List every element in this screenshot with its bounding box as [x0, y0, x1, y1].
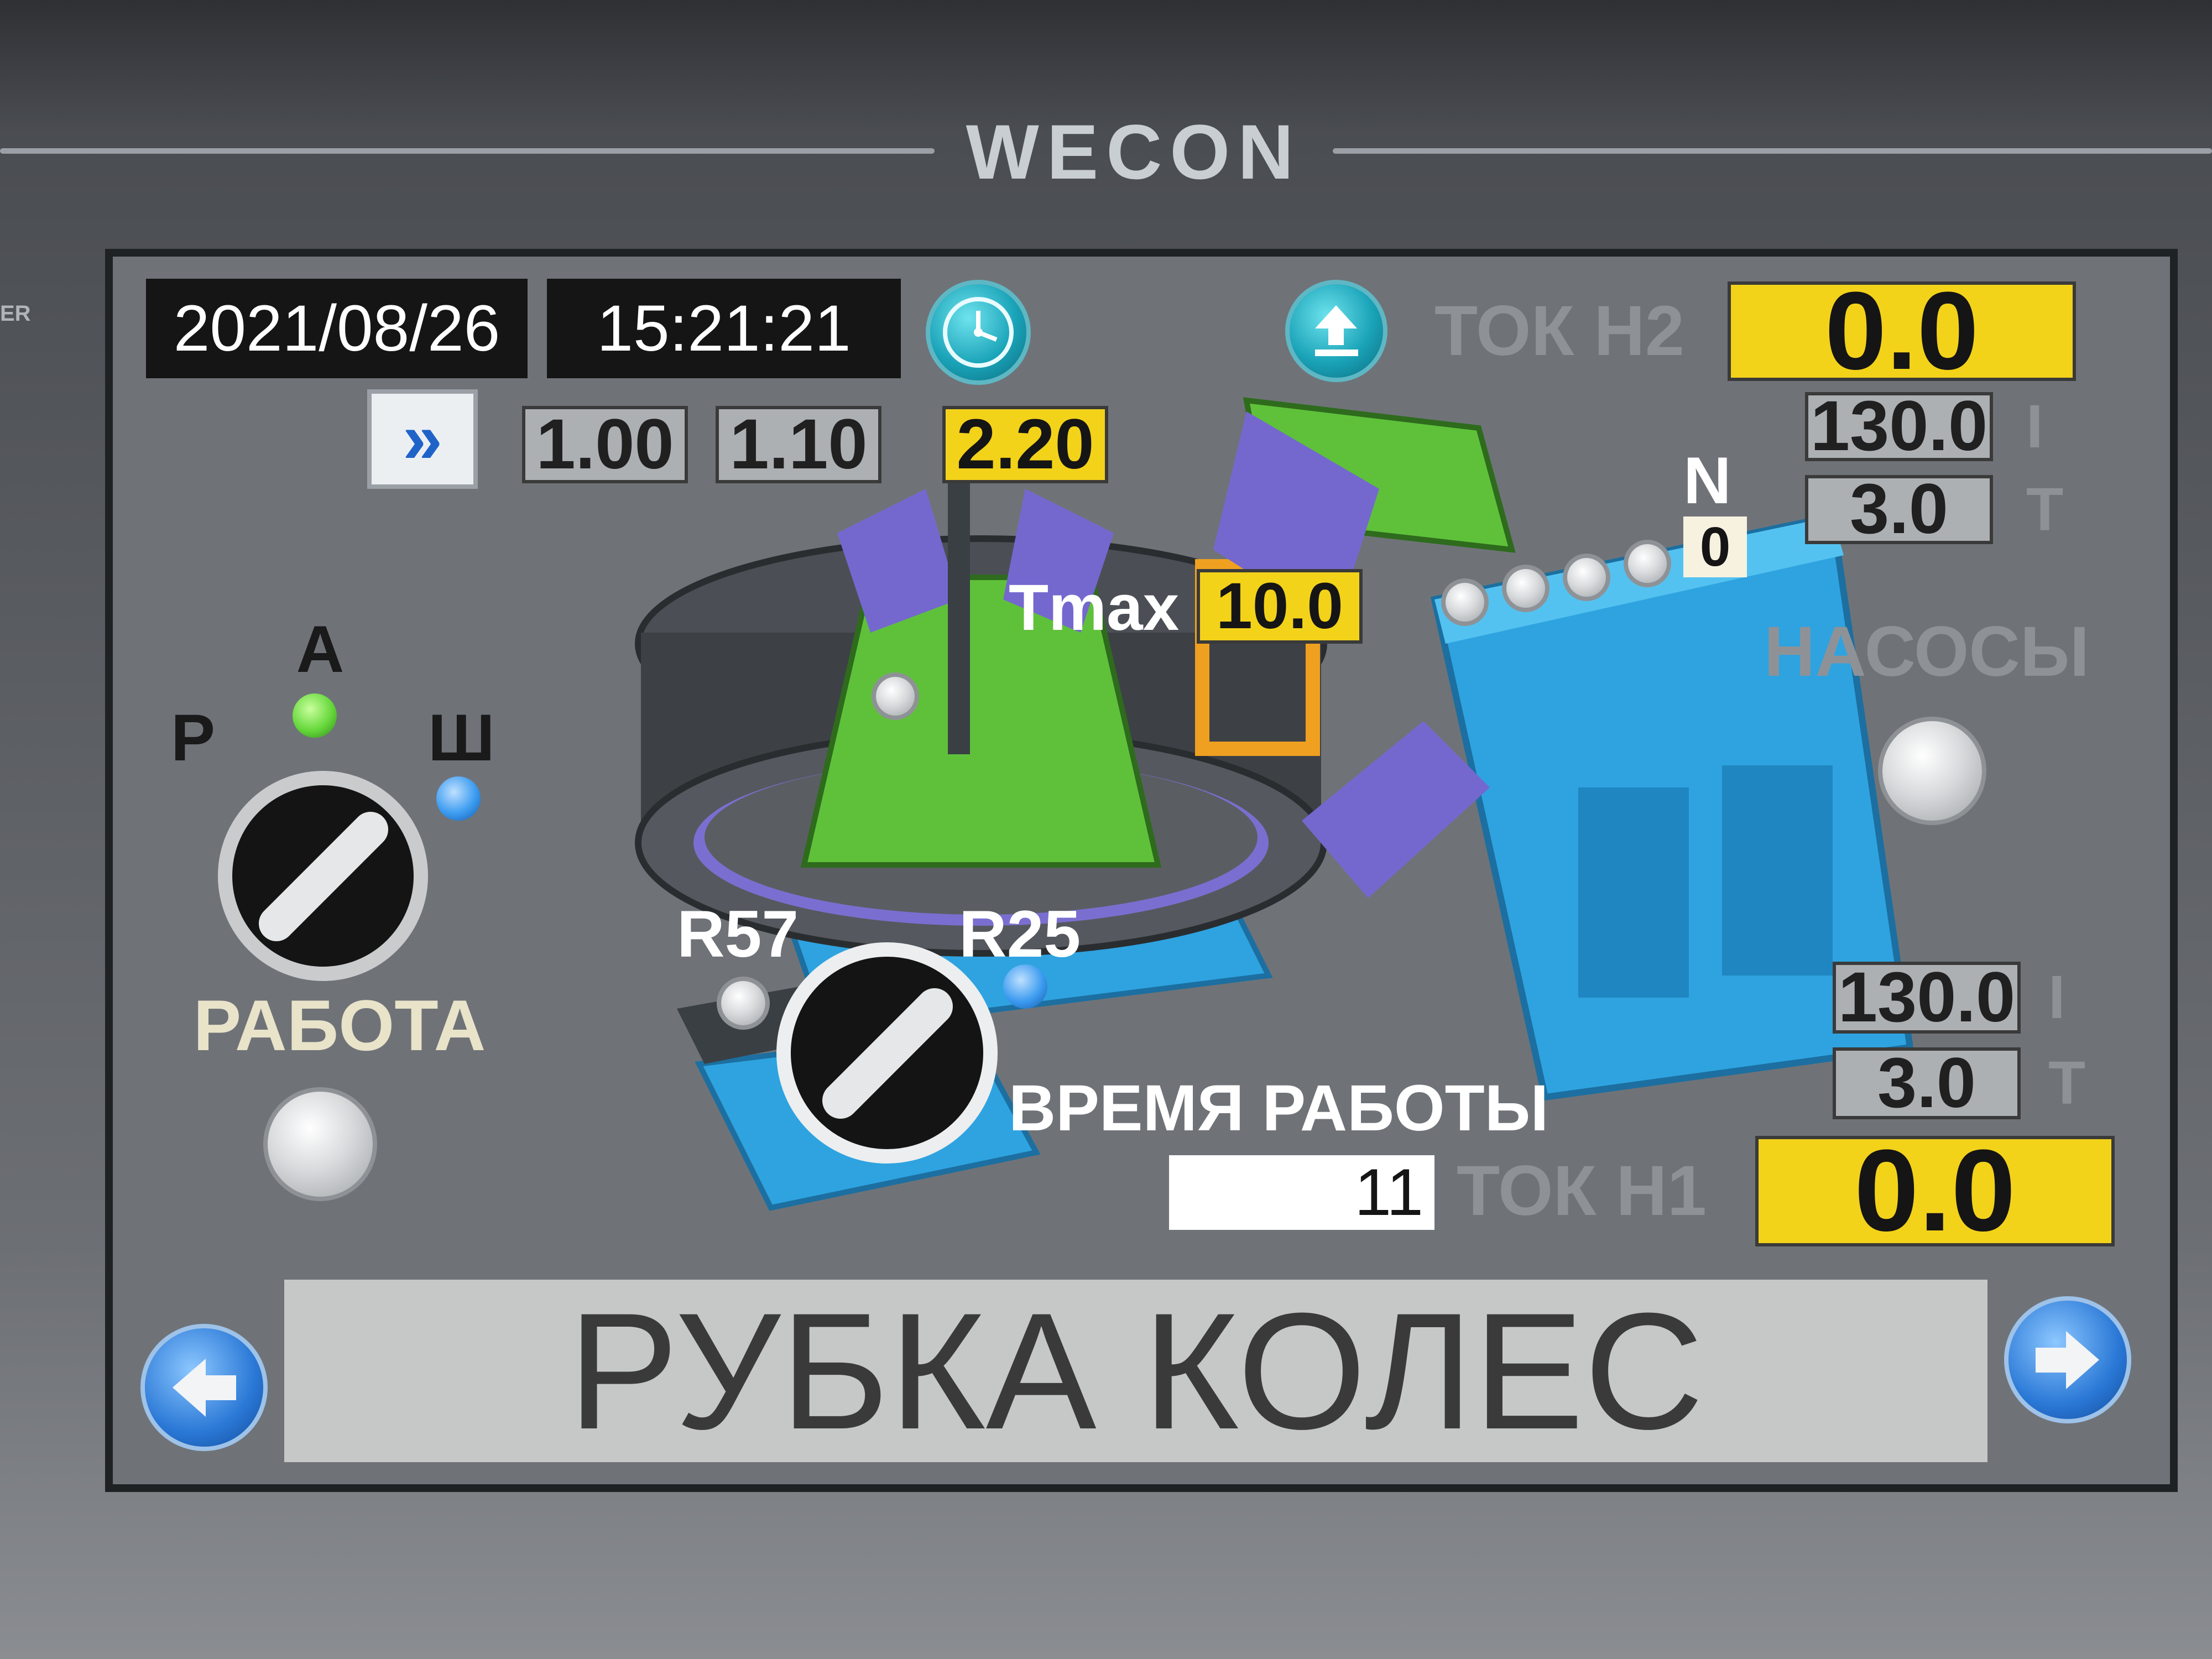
preset-value-1[interactable]: 1.00: [522, 406, 688, 483]
position-lamp-4: [1628, 544, 1667, 583]
rotation-right-indicator: [1003, 964, 1047, 1009]
preset-value-2[interactable]: 1.10: [716, 406, 881, 483]
tok-h2-i-value[interactable]: 130.0: [1805, 391, 1993, 462]
screen-title: РУБКА КОЛЕС: [567, 1278, 1704, 1464]
position-lamp-1: [1446, 583, 1484, 622]
upload-icon: [1315, 305, 1358, 356]
tmax-value[interactable]: 10.0: [1197, 569, 1363, 644]
mode-sh-indicator: [436, 776, 481, 821]
bezel-side-tag: ER: [0, 301, 31, 326]
mode-a-indicator: [293, 693, 337, 738]
hmi-screen: 2021/08/26 15:21:21 ТОК Н2 0.0 130.0 I 3…: [105, 249, 2178, 1492]
runtime-label: ВРЕМЯ РАБОТЫ: [1009, 1072, 1549, 1145]
pumps-button[interactable]: [1882, 721, 1982, 821]
position-n-value: 0: [1683, 517, 1747, 577]
drum-lamp: [876, 677, 915, 716]
tok-h1-i-value[interactable]: 130.0: [1833, 962, 2021, 1034]
next-screen-button[interactable]: [2004, 1296, 2131, 1423]
tok-h1-t-unit: T: [2048, 1049, 2086, 1117]
preset-value-3[interactable]: 2.20: [942, 406, 1108, 483]
tok-h1-label: ТОК Н1: [1457, 1151, 1707, 1230]
screen-title-bar: РУБКА КОЛЕС: [284, 1280, 1987, 1462]
upload-button[interactable]: [1285, 280, 1387, 382]
tok-h1-i-unit: I: [2048, 963, 2065, 1031]
clock-button[interactable]: [926, 280, 1031, 385]
rotation-left-indicator: [721, 981, 765, 1025]
tok-h2-t-unit: T: [2026, 476, 2064, 544]
tok-h2-t-value[interactable]: 3.0: [1805, 474, 1993, 545]
pumps-label: НАСОСЫ: [1764, 612, 2090, 691]
bezel-line-left: [0, 148, 935, 154]
tok-h2-label: ТОК Н2: [1434, 291, 1684, 371]
work-button[interactable]: [268, 1092, 373, 1197]
tok-h1-t-value[interactable]: 3.0: [1833, 1047, 2021, 1119]
brand-logo: WECON: [966, 108, 1302, 195]
clock-icon: [943, 297, 1014, 368]
position-lamp-2: [1506, 569, 1545, 608]
tok-h2-value: 0.0: [1728, 276, 2076, 387]
knob-pointer-icon: [259, 812, 388, 941]
mode-label-r: Р: [170, 701, 216, 775]
work-mode-caption: РАБОТА: [193, 985, 486, 1066]
runtime-value: 11: [1169, 1155, 1434, 1230]
position-lamp-3: [1567, 558, 1606, 597]
rotation-selector-knob[interactable]: [776, 942, 998, 1164]
knob-pointer-icon: [822, 988, 953, 1119]
time-display: 15:21:21: [547, 279, 901, 378]
arrow-right-icon: [2036, 1331, 2099, 1389]
position-n-label: N: [1683, 444, 1731, 518]
prev-screen-button[interactable]: [140, 1324, 268, 1451]
mode-label-sh: Ш: [428, 701, 495, 775]
tmax-label: Tmax: [1009, 571, 1180, 644]
date-display: 2021/08/26: [146, 279, 528, 378]
mode-selector-knob[interactable]: [218, 771, 428, 981]
mode-label-a: А: [296, 612, 345, 686]
bezel-line-right: [1333, 148, 2212, 154]
next-preset-button[interactable]: »: [367, 389, 478, 489]
tok-h1-value: 0.0: [1755, 1133, 2115, 1249]
arrow-left-icon: [173, 1359, 236, 1417]
tok-h2-i-unit: I: [2026, 393, 2043, 461]
